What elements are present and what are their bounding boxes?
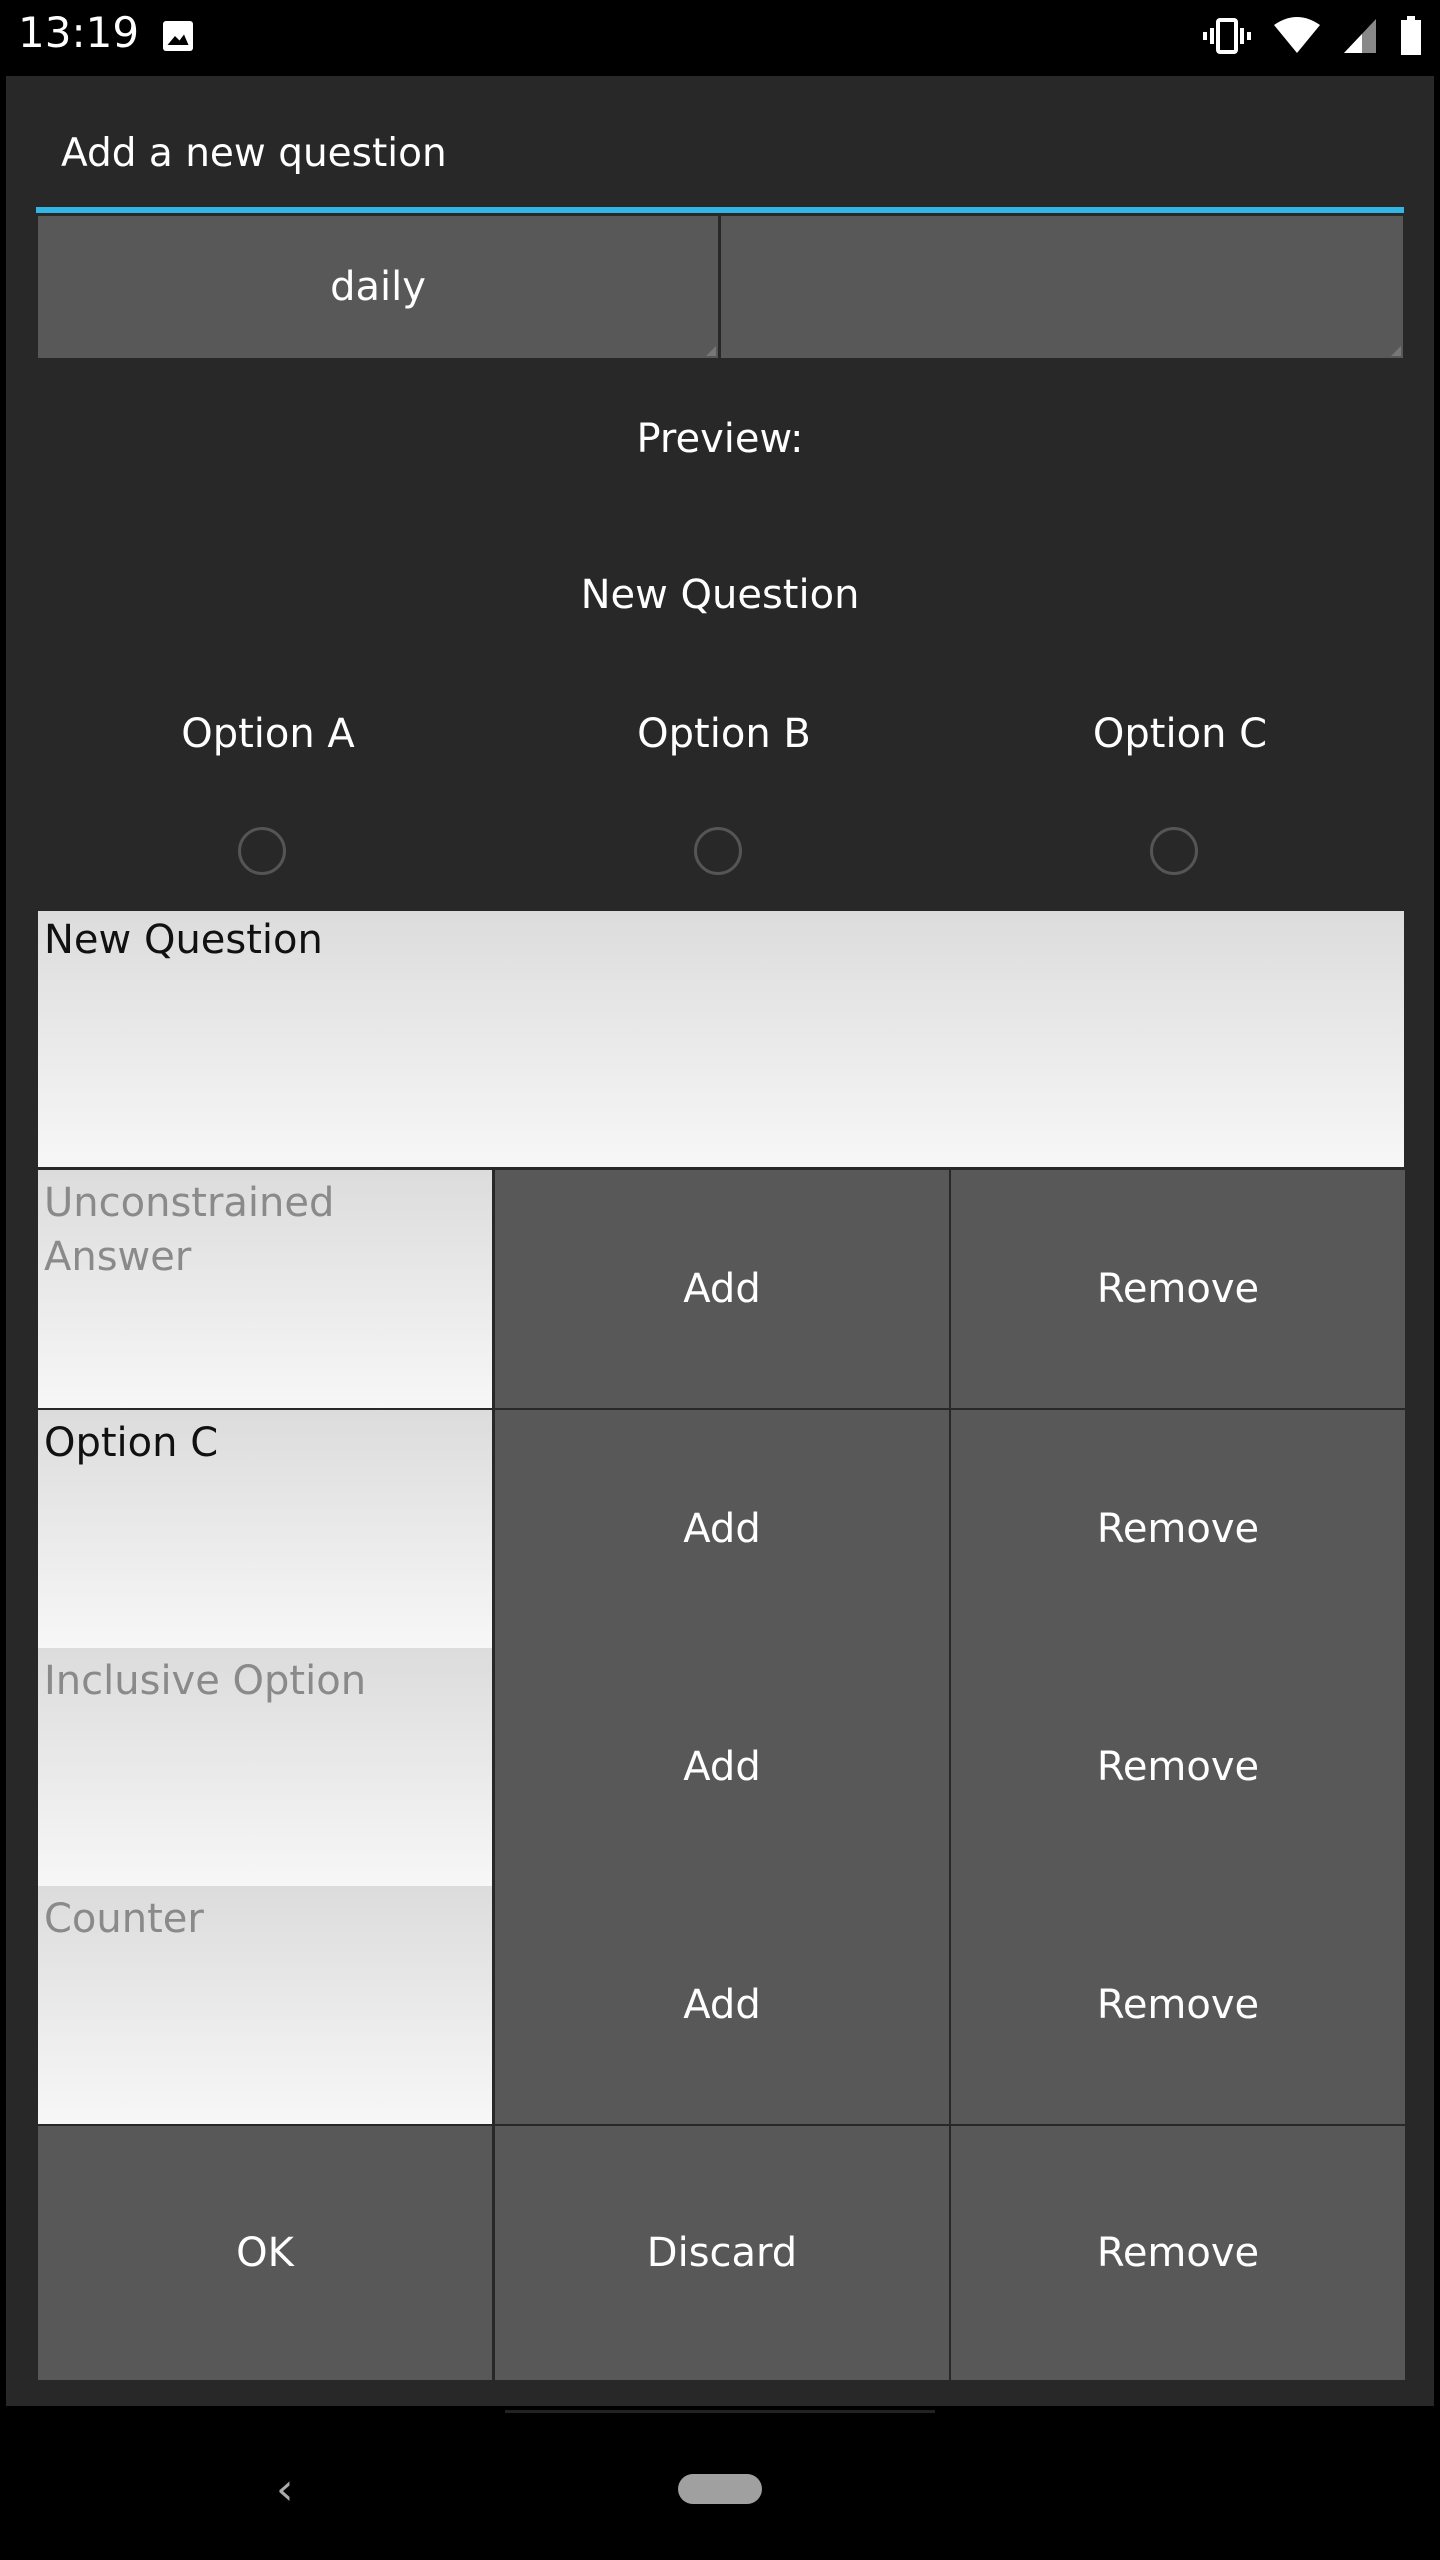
preview-question: New Question: [580, 572, 860, 618]
wifi-icon: [1274, 17, 1320, 53]
home-pill-icon[interactable]: [678, 2474, 762, 2504]
back-icon[interactable]: ‹: [276, 2464, 294, 2515]
preview-radio-c[interactable]: [1150, 827, 1198, 875]
add-button-2[interactable]: Add: [495, 1410, 949, 1648]
frequency-spinner[interactable]: daily: [38, 216, 718, 358]
add-button-1[interactable]: Add: [495, 1170, 949, 1408]
preview-label: Preview:: [636, 416, 804, 462]
spinner-indicator-icon: [1391, 346, 1401, 356]
remove-button-4[interactable]: Remove: [951, 1886, 1405, 2124]
add-question-dialog: Add a new question daily Preview: New Qu…: [6, 76, 1434, 2406]
add-button-3[interactable]: Add: [495, 1648, 949, 1886]
preview-radio-a[interactable]: [238, 827, 286, 875]
signal-icon: [1344, 19, 1376, 53]
status-icons: [1202, 14, 1422, 58]
status-time: 13:19: [18, 8, 140, 57]
question-text-field[interactable]: New Question: [38, 911, 1404, 1167]
option-field-2[interactable]: Option C: [38, 1410, 492, 1648]
preview-option-b: Option B: [637, 711, 811, 757]
image-icon: [163, 21, 193, 51]
status-bar: 13:19: [0, 0, 1440, 72]
remove-question-button[interactable]: Remove: [951, 2126, 1405, 2380]
discard-button[interactable]: Discard: [495, 2126, 949, 2380]
vibrate-icon: [1203, 18, 1251, 54]
ok-button[interactable]: OK: [38, 2126, 492, 2380]
add-button-4[interactable]: Add: [495, 1886, 949, 2124]
secondary-spinner[interactable]: [721, 216, 1403, 358]
option-field-4[interactable]: Counter: [38, 1886, 492, 2124]
preview-option-a: Option A: [181, 711, 355, 757]
frequency-spinner-value: daily: [330, 264, 426, 310]
battery-icon: [1401, 16, 1421, 55]
remove-button-3[interactable]: Remove: [951, 1648, 1405, 1886]
option-field-1[interactable]: Unconstrained Answer: [38, 1170, 492, 1408]
option-field-3[interactable]: Inclusive Option: [38, 1648, 492, 1886]
title-divider: [36, 207, 1404, 213]
spinner-indicator-icon: [706, 346, 716, 356]
preview-radio-b[interactable]: [694, 827, 742, 875]
preview-option-c: Option C: [1092, 711, 1268, 757]
remove-button-2[interactable]: Remove: [951, 1410, 1405, 1648]
navigation-bar: ‹: [0, 2410, 1440, 2560]
dialog-title: Add a new question: [61, 131, 447, 176]
nav-divider: [505, 2410, 935, 2413]
remove-button-1[interactable]: Remove: [951, 1170, 1405, 1408]
